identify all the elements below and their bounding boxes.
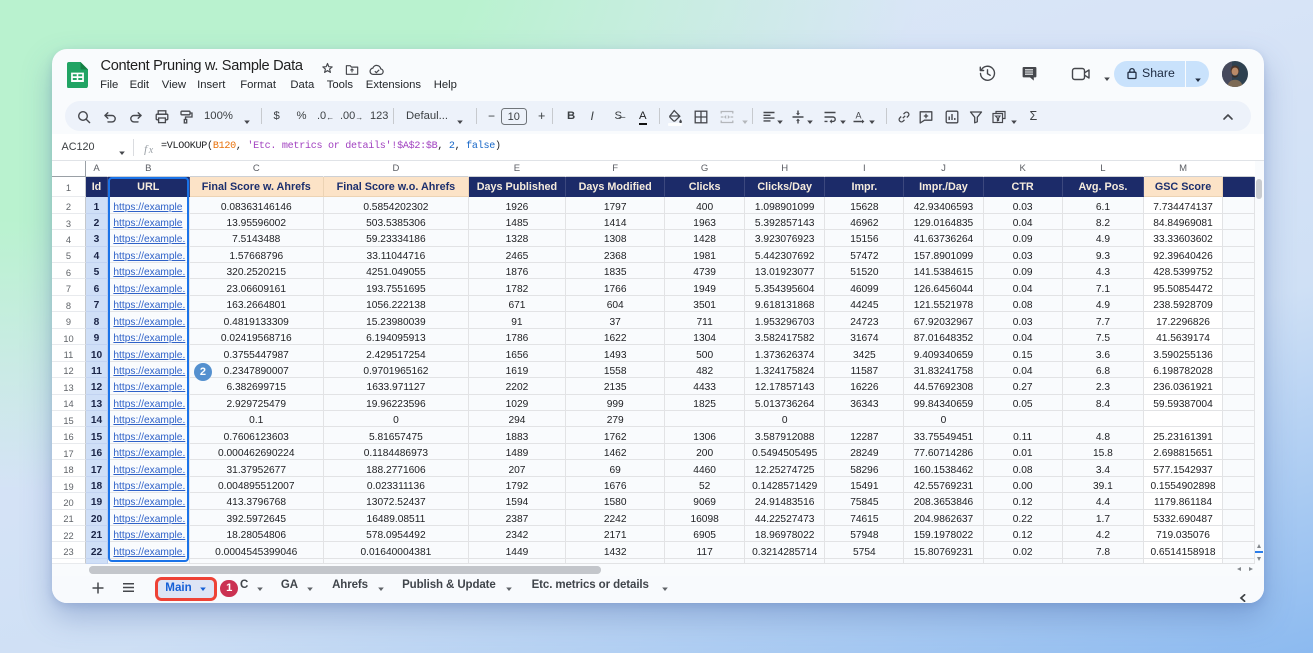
svg-text:A: A [856,110,862,120]
svg-text:x: x [148,145,154,155]
